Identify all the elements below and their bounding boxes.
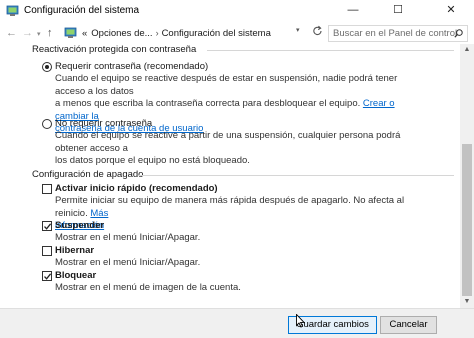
- chevron-right-icon[interactable]: ›: [156, 28, 159, 38]
- minimize-button[interactable]: —: [336, 0, 370, 22]
- no-password-radio[interactable]: [42, 119, 52, 129]
- sleep-description: Mostrar en el menú Iniciar/Apagar.: [55, 232, 201, 243]
- breadcrumb-item-options[interactable]: Opciones de...: [91, 28, 152, 39]
- require-password-radio[interactable]: [42, 62, 52, 72]
- sleep-checkbox[interactable]: [42, 221, 52, 231]
- no-password-desc-line2: los datos porque el equipo no está bloqu…: [55, 155, 250, 167]
- breadcrumb-item-system-settings[interactable]: Configuración del sistema: [162, 28, 271, 39]
- search-placeholder: Buscar en el Panel de control: [333, 28, 458, 39]
- control-panel-icon: [6, 5, 19, 16]
- search-icon[interactable]: [454, 29, 463, 38]
- footer-bar: Guardar cambios Cancelar: [0, 308, 474, 338]
- hibernate-label[interactable]: Hibernar: [55, 245, 94, 256]
- require-password-desc-line1: Cuando el equipo se reactive después de …: [55, 73, 398, 97]
- section-divider: [207, 50, 454, 51]
- address-bar: ← → ▾ ↑ « Opciones de... › Configuración…: [0, 22, 474, 44]
- breadcrumb[interactable]: « Opciones de... › Configuración del sis…: [64, 24, 295, 42]
- fast-startup-description: Permite iniciar su equipo de manera más …: [55, 195, 415, 233]
- scroll-down-arrow-icon[interactable]: ▼: [460, 296, 474, 308]
- checkmark-icon: [44, 273, 52, 280]
- vertical-scrollbar[interactable]: ▲ ▼: [460, 44, 474, 308]
- search-input[interactable]: Buscar en el Panel de control: [328, 25, 468, 42]
- lock-description: Mostrar en el menú de imagen de la cuent…: [55, 282, 241, 293]
- settings-content: Reactivación protegida con contraseña Re…: [0, 44, 460, 308]
- sleep-label[interactable]: Suspender: [55, 220, 104, 231]
- more-info-link[interactable]: Más: [90, 208, 108, 219]
- cancel-button[interactable]: Cancelar: [380, 316, 437, 334]
- window-title: Configuración del sistema: [24, 5, 140, 16]
- hibernate-description: Mostrar en el menú Iniciar/Apagar.: [55, 257, 201, 268]
- mouse-cursor-icon: [296, 314, 305, 328]
- checkmark-icon: [44, 223, 52, 230]
- section-divider: [138, 175, 454, 176]
- lock-label[interactable]: Bloquear: [55, 270, 96, 281]
- forward-arrow-icon[interactable]: →: [22, 26, 33, 40]
- close-button[interactable]: ✕: [428, 0, 474, 22]
- up-arrow-icon[interactable]: ↑: [47, 26, 53, 40]
- scroll-up-arrow-icon[interactable]: ▲: [460, 44, 474, 56]
- shutdown-section-title: Configuración de apagado: [32, 169, 144, 180]
- scrollbar-thumb[interactable]: [462, 144, 472, 296]
- password-section-title: Reactivación protegida con contraseña: [32, 44, 197, 55]
- breadcrumb-overflow[interactable]: «: [82, 28, 87, 39]
- require-password-label[interactable]: Requerir contraseña (recomendado): [55, 61, 208, 72]
- back-arrow-icon[interactable]: ←: [6, 26, 17, 40]
- maximize-button[interactable]: ☐: [381, 0, 415, 22]
- require-password-desc-line2: a menos que escriba la contraseña correc…: [55, 98, 361, 110]
- lock-checkbox[interactable]: [42, 271, 52, 281]
- control-panel-icon: [64, 27, 77, 38]
- no-password-description: Cuando el equipo se reactive a partir de…: [55, 130, 415, 168]
- no-password-label[interactable]: No requerir contraseña: [55, 118, 152, 129]
- recent-locations-chevron-icon[interactable]: ▾: [37, 28, 41, 42]
- fast-startup-checkbox[interactable]: [42, 184, 52, 194]
- address-dropdown-icon[interactable]: ▾: [296, 26, 300, 34]
- hibernate-checkbox[interactable]: [42, 246, 52, 256]
- no-password-desc-line1: Cuando el equipo se reactive a partir de…: [55, 130, 401, 154]
- title-bar: Configuración del sistema — ☐ ✕: [0, 0, 474, 22]
- fast-startup-label[interactable]: Activar inicio rápido (recomendado): [55, 183, 218, 194]
- refresh-icon[interactable]: [312, 25, 323, 37]
